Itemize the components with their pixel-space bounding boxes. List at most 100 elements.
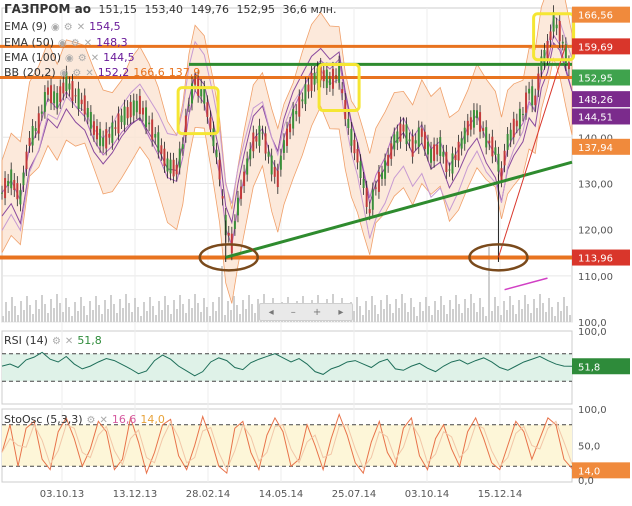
bb-mid-value: 152,2: [97, 66, 130, 79]
close-icon[interactable]: ✕: [84, 38, 92, 49]
volume-bar: [65, 298, 67, 322]
gear-icon[interactable]: ⚙: [78, 53, 87, 64]
candle-body: [460, 138, 463, 149]
x-date-label: 13.12.13: [113, 489, 158, 500]
volume-bar: [503, 301, 505, 322]
volume-bar: [197, 303, 199, 322]
volume-bar: [560, 311, 562, 322]
gear-icon[interactable]: ⚙: [52, 336, 61, 347]
volume-bar: [224, 315, 226, 322]
candle-body: [399, 123, 402, 142]
volume-bar: [182, 304, 184, 322]
candle-body: [77, 88, 80, 109]
candle-body: [151, 119, 154, 140]
candle-body: [92, 121, 95, 135]
volume-bar: [548, 298, 550, 322]
ema50-label: EMA (50): [4, 36, 55, 49]
candle-body: [448, 169, 451, 171]
volume-bar: [383, 309, 385, 322]
scroll-right-button[interactable]: ▸: [338, 307, 343, 318]
candle-body: [74, 95, 77, 97]
close-icon[interactable]: ✕: [65, 336, 73, 347]
volume-bar: [236, 305, 238, 322]
eye-icon[interactable]: ◉: [51, 22, 60, 33]
scroll-left-button[interactable]: ◂: [269, 307, 274, 318]
candle-body: [132, 100, 135, 116]
rsi-header: RSI (14) ⚙ ✕ 51,8: [4, 334, 106, 348]
eye-icon[interactable]: ◉: [65, 53, 74, 64]
candle-body: [154, 133, 157, 138]
candle-body: [307, 84, 310, 92]
zoom-in-button[interactable]: +: [313, 307, 321, 318]
volume-bar: [146, 311, 148, 322]
candle-body: [482, 128, 485, 131]
volume-bar: [554, 316, 556, 322]
eye-icon[interactable]: ◉: [58, 38, 67, 49]
candle-body: [549, 31, 552, 40]
volume-bar: [362, 315, 364, 322]
candle-body: [10, 169, 13, 189]
volume-bar: [47, 313, 49, 322]
price-tag-label: 137,94: [578, 143, 613, 154]
candle-body: [390, 143, 393, 159]
volume-bar: [482, 307, 484, 322]
ema9-value: 154,5: [89, 20, 121, 33]
rsi-label: RSI (14): [4, 334, 48, 347]
volume-bar: [164, 296, 166, 322]
x-date-label: 15.12.14: [478, 489, 523, 500]
volume-bar: [422, 311, 424, 322]
volume-bar: [530, 313, 532, 322]
candle-body: [515, 120, 518, 127]
candle-body: [558, 20, 561, 42]
candle-body: [279, 155, 282, 170]
gear-icon[interactable]: ⚙: [72, 68, 81, 79]
gear-icon[interactable]: ⚙: [71, 38, 80, 49]
bb-label: BB (20,2): [4, 66, 56, 79]
candle-body: [25, 151, 28, 170]
close-icon[interactable]: ✕: [77, 22, 85, 33]
volume-bar: [122, 308, 124, 322]
candle-body: [187, 104, 190, 106]
close-icon[interactable]: ✕: [91, 53, 99, 64]
zoom-out-button[interactable]: –: [291, 307, 296, 318]
volume-bar: [17, 315, 19, 322]
candle-body: [561, 41, 564, 44]
volume-bar: [23, 310, 25, 322]
rsi-value: 51,8: [77, 334, 102, 347]
volume-bar: [83, 306, 85, 322]
close-icon[interactable]: ✕: [85, 68, 93, 79]
volume-bar: [8, 311, 10, 322]
volume-bar: [104, 300, 106, 322]
volume-bar: [515, 314, 517, 322]
candle-body: [491, 136, 494, 157]
volume-bar: [452, 309, 454, 322]
volume-bar: [242, 300, 244, 322]
candle-body: [108, 133, 111, 138]
volume-bar: [386, 295, 388, 322]
candle-body: [286, 128, 288, 146]
volume-bar: [155, 315, 157, 322]
candle-body: [59, 86, 62, 103]
candle-body: [267, 151, 270, 157]
volume-bar: [68, 307, 70, 322]
sto-k-value: 16,6: [111, 413, 137, 426]
volume-bar: [464, 299, 466, 322]
volume-bar: [359, 306, 361, 322]
gear-icon[interactable]: ⚙: [87, 415, 96, 426]
candle-body: [439, 137, 442, 156]
gear-icon[interactable]: ⚙: [64, 22, 73, 33]
candle-body: [169, 159, 172, 174]
volume-bar: [446, 314, 448, 322]
price-tag-label: 144,51: [578, 112, 613, 123]
candle-body: [313, 72, 316, 85]
eye-icon[interactable]: ◉: [60, 68, 69, 79]
price-tag-label: 113,96: [578, 254, 613, 265]
close-icon[interactable]: ✕: [100, 415, 108, 426]
volume-bar: [95, 296, 97, 322]
volume-bar: [440, 296, 442, 322]
candle-body: [19, 190, 22, 205]
bb-lower-value: 137,9: [168, 66, 201, 79]
volume-bar: [194, 294, 196, 322]
candle-body: [62, 82, 65, 94]
volume-bar: [524, 295, 526, 322]
